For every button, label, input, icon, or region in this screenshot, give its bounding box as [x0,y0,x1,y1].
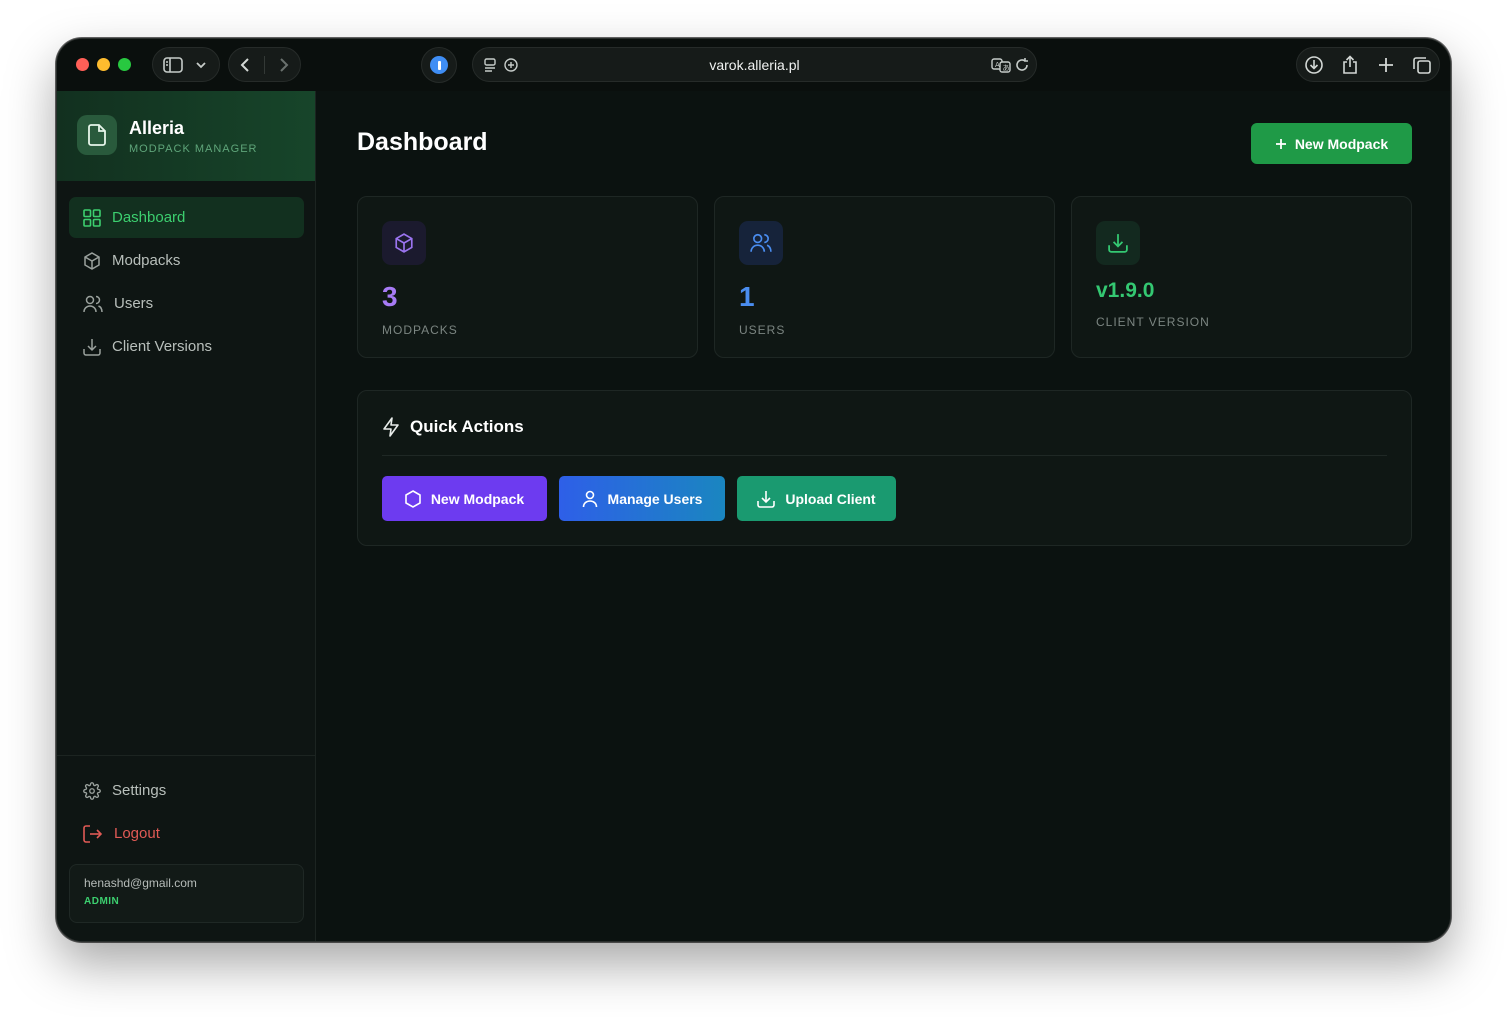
password-manager-icon [430,56,448,74]
sidebar-item-label: Client Versions [112,338,213,355]
sidebar-item-label: Users [114,295,154,312]
browser-actions [1296,47,1440,82]
browser-toolbar: varok.alleria.pl Aあ [57,39,1450,91]
sidebar-item-client-versions[interactable]: Client Versions [69,326,304,367]
reload-icon[interactable] [1014,57,1030,73]
chevron-down-icon [196,61,206,68]
maximize-window-button[interactable] [118,58,131,71]
button-label: Upload Client [785,490,876,507]
stat-value: v1.9.0 [1096,279,1155,302]
divider [382,455,1387,456]
sidebar-item-dashboard[interactable]: Dashboard [69,197,304,238]
button-label: New Modpack [430,490,525,507]
user-email: henashd@gmail.com [84,876,197,890]
forward-arrow-icon[interactable] [278,57,290,73]
stat-label: CLIENT VERSION [1096,315,1210,329]
download-icon [83,338,101,356]
navigation-arrows [228,47,301,82]
sidebar-item-users[interactable]: Users [69,283,304,324]
lightning-icon [383,417,399,437]
back-arrow-icon[interactable] [239,57,251,73]
sidebar-bottom: Settings Logout henashd@gmail.com ADMIN [57,755,316,923]
nav-separator [264,55,265,74]
brand-title: Alleria [129,118,185,138]
svg-text:あ: あ [1003,64,1010,72]
sidebar-item-settings[interactable]: Settings [69,770,304,811]
cube-icon [84,251,100,270]
quick-actions-panel: Quick Actions New Modpack Manage Users U… [357,390,1412,546]
users-icon [83,295,103,312]
main-content: Dashboard New Modpack 3 MODPACKS 1 USERS… [316,91,1450,941]
users-icon [739,221,783,265]
minimize-window-button[interactable] [97,58,110,71]
stat-card-users: 1 USERS [714,196,1055,358]
stat-value: 1 [739,281,755,312]
new-modpack-button[interactable]: New Modpack [1251,123,1412,164]
tab-overview-icon[interactable] [1412,55,1432,75]
settings-label: Settings [112,782,167,799]
stat-label: MODPACKS [382,323,458,337]
downloads-icon[interactable] [1304,55,1324,75]
logout-icon [83,824,103,843]
sidebar-item-label: Dashboard [112,209,186,226]
close-window-button[interactable] [76,58,89,71]
new-modpack-label: New Modpack [1294,135,1389,152]
logout-label: Logout [114,825,160,842]
user-card: henashd@gmail.com ADMIN [69,864,304,923]
stat-card-modpacks: 3 MODPACKS [357,196,698,358]
button-label: Manage Users [607,490,703,507]
brand-header: Alleria MODPACK MANAGER [57,91,315,181]
window-controls [76,58,131,71]
quick-new-modpack-button[interactable]: New Modpack [382,476,547,521]
quick-upload-client-button[interactable]: Upload Client [737,476,896,521]
sidebar-toggle-button[interactable] [152,47,220,82]
share-icon[interactable] [1341,54,1359,75]
download-icon [757,490,776,508]
plus-icon [1275,138,1286,149]
sidebar-nav: Dashboard Modpacks Users Client Versions [69,197,304,369]
quick-actions-header: Quick Actions [382,417,524,437]
sidebar-item-label: Modpacks [112,252,181,269]
quick-manage-users-button[interactable]: Manage Users [559,476,725,521]
svg-text:A: A [995,61,1000,69]
url-text: varok.alleria.pl [709,57,800,73]
url-right-icons: Aあ [991,57,1030,73]
browser-window: varok.alleria.pl Aあ Alleria MODPACK MANA… [56,38,1451,942]
sidebar-item-modpacks[interactable]: Modpacks [69,240,304,281]
password-manager-button[interactable] [421,47,457,83]
sidebar: Alleria MODPACK MANAGER Dashboard Modpac… [57,91,316,941]
user-icon [582,490,597,507]
grid-icon [83,208,101,227]
brand-subtitle: MODPACK MANAGER [129,143,258,155]
gear-icon [83,781,101,800]
file-icon [77,115,117,155]
sidebar-icon [163,56,183,73]
quick-actions-title: Quick Actions [410,417,524,436]
new-tab-icon[interactable] [1377,56,1395,74]
page-title: Dashboard [357,128,488,156]
stat-value: 3 [382,281,398,312]
hexagon-icon [405,489,421,508]
download-icon [1096,221,1140,265]
translate-icon[interactable]: Aあ [991,57,1011,73]
stat-card-client-version: v1.9.0 CLIENT VERSION [1071,196,1412,358]
user-role-badge: ADMIN [84,896,120,907]
cube-icon [382,221,426,265]
logout-button[interactable]: Logout [69,813,304,854]
stat-label: USERS [739,323,786,337]
address-bar[interactable]: varok.alleria.pl Aあ [472,47,1037,82]
